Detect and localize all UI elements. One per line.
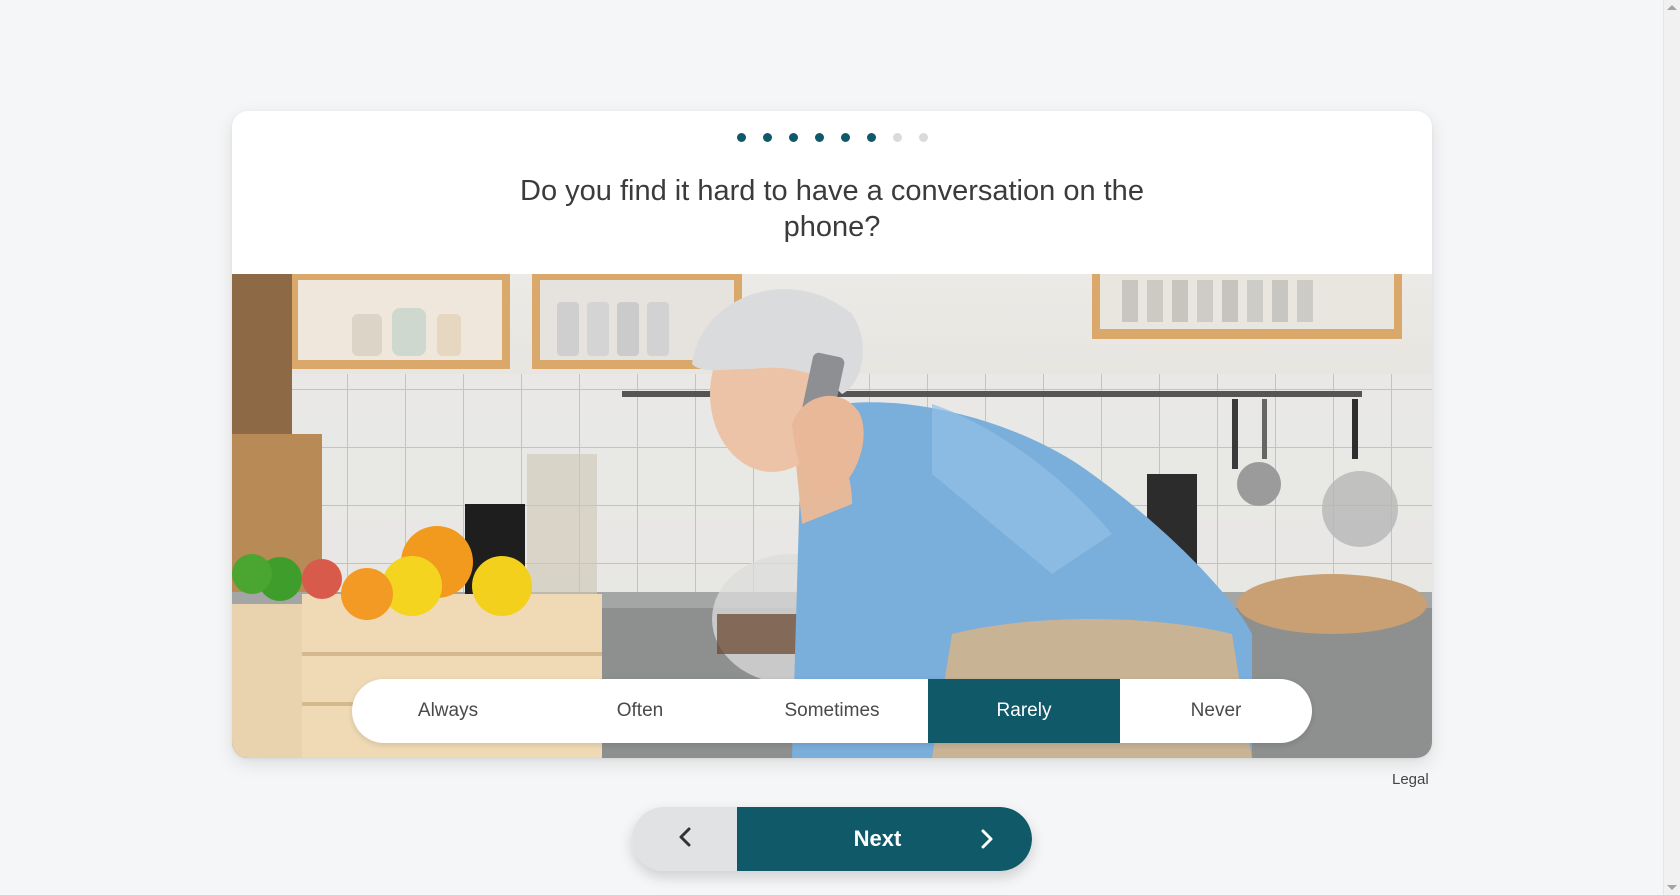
answer-often[interactable]: Often (544, 679, 736, 743)
answer-always[interactable]: Always (352, 679, 544, 743)
progress-dot-8 (918, 133, 928, 142)
answer-never[interactable]: Never (1120, 679, 1312, 743)
next-button-label: Next (853, 826, 902, 851)
progress-dot-6 (866, 133, 876, 142)
answer-rarely[interactable]: Rarely (928, 679, 1120, 743)
scroll-down-icon[interactable] (1667, 885, 1677, 890)
page: Do you find it hard to have a conversati… (0, 0, 1680, 895)
progress-dot-1 (736, 133, 746, 142)
progress-dot-3 (788, 133, 798, 142)
navigation-buttons: Next (632, 807, 1032, 871)
progress-dot-7 (892, 133, 902, 142)
legal-link[interactable]: Legal (1392, 771, 1429, 788)
progress-dots (232, 133, 1432, 142)
next-button[interactable]: Next (737, 807, 1032, 871)
back-button[interactable] (632, 807, 737, 871)
scroll-up-icon[interactable] (1667, 5, 1677, 10)
question-card: Do you find it hard to have a conversati… (232, 111, 1432, 758)
answer-options: Always Often Sometimes Rarely Never (352, 679, 1312, 743)
page-scrollbar[interactable] (1663, 0, 1680, 895)
progress-dot-5 (840, 133, 850, 142)
chevron-right-icon (980, 829, 994, 855)
progress-dot-2 (762, 133, 772, 142)
progress-dot-4 (814, 133, 824, 142)
chevron-left-icon (678, 827, 692, 852)
question-text: Do you find it hard to have a conversati… (520, 175, 1144, 243)
answer-sometimes[interactable]: Sometimes (736, 679, 928, 743)
